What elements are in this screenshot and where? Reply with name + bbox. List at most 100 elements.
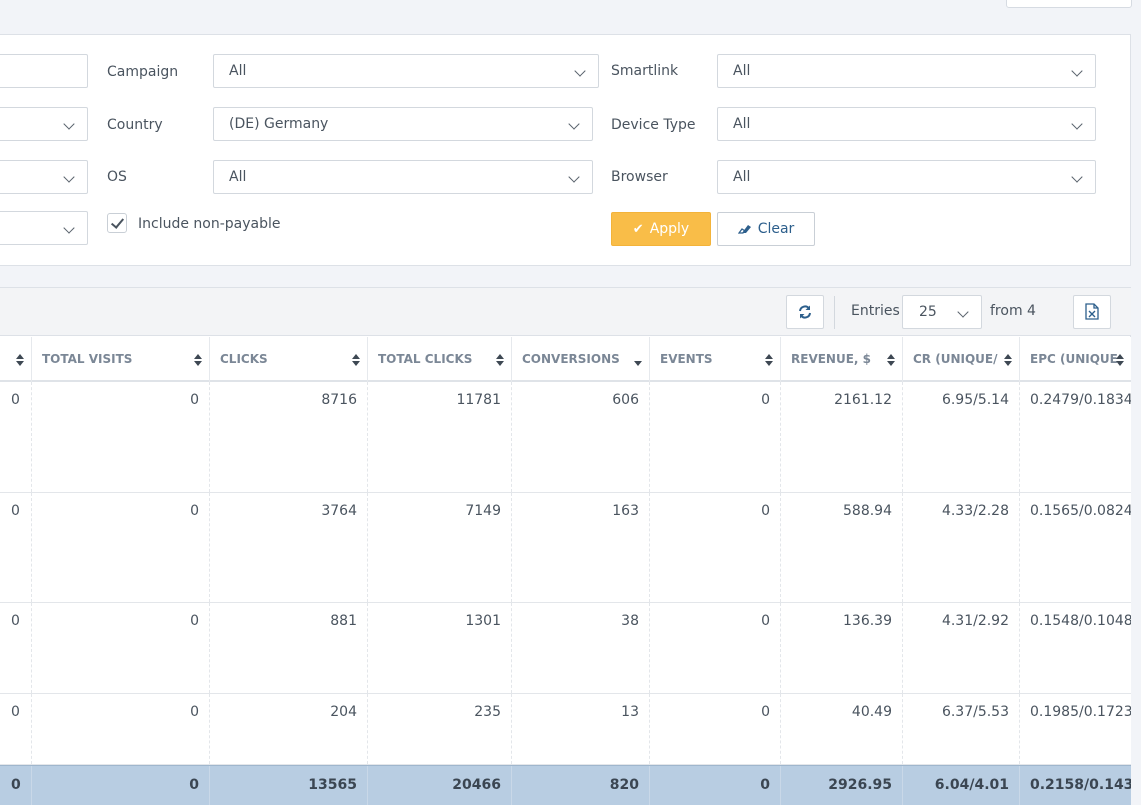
sort-icon: [352, 354, 360, 366]
entries-total-text: from 4: [990, 303, 1036, 319]
table-row[interactable]: 0 0 204 235 13 0 40.49 6.37/5.53 0.1985/…: [0, 694, 1131, 765]
campaign-label: Campaign: [107, 64, 179, 80]
chevron-down-icon: [574, 65, 586, 77]
table-cell: 0: [31, 603, 209, 693]
chevron-down-icon: [1071, 118, 1083, 130]
column-header-label: EVENTS: [660, 352, 713, 366]
column-header-total-clicks[interactable]: TOTAL CLICKS: [367, 337, 511, 382]
column-header-label: REVENUE, $: [791, 352, 871, 366]
column-header-label: CR (UNIQUE/: [913, 352, 998, 366]
table-cell: 1301: [367, 603, 511, 693]
sort-icon: [496, 354, 504, 366]
table-cell: 6.37/5.53: [902, 694, 1019, 764]
device-type-select-value: All: [733, 116, 751, 132]
campaign-select[interactable]: All: [213, 54, 599, 88]
totals-cell: 820: [511, 766, 649, 805]
table-cell: 0: [11, 613, 20, 629]
clear-button[interactable]: Clear: [717, 212, 815, 246]
filter-select-partial-2[interactable]: [0, 107, 88, 141]
check-icon: ✔: [632, 222, 644, 237]
filter-select-partial-4[interactable]: [0, 211, 88, 245]
os-select-value: All: [229, 169, 247, 185]
sort-icon: [1004, 354, 1012, 366]
table-cell: 38: [511, 603, 649, 693]
chevron-down-icon: [63, 222, 75, 234]
include-non-payable-checkbox[interactable]: [107, 213, 127, 233]
column-header-events[interactable]: EVENTS: [649, 337, 780, 382]
table-cell: 3764: [209, 493, 367, 602]
campaign-select-value: All: [229, 63, 247, 79]
column-header-label: EPC (UNIQUE: [1030, 352, 1118, 366]
smartlink-label: Smartlink: [611, 63, 679, 79]
os-select[interactable]: All: [213, 160, 593, 194]
column-header[interactable]: [0, 337, 31, 382]
table-header: TOTAL VISITS CLICKS TOTAL CLICKS CONVERS…: [0, 337, 1131, 382]
clear-button-label: Clear: [757, 221, 795, 237]
smartlink-select[interactable]: All: [717, 54, 1096, 88]
table-cell: 136.39: [780, 603, 902, 693]
table-cell: 4.33/2.28: [902, 493, 1019, 602]
column-header-revenue[interactable]: REVENUE, $: [780, 337, 902, 382]
chevron-down-icon: [568, 171, 580, 183]
sort-icon: [16, 354, 24, 366]
browser-select[interactable]: All: [717, 160, 1096, 194]
column-header-label: CLICKS: [220, 352, 268, 366]
chevron-down-icon: [1071, 171, 1083, 183]
totals-cell: 6.04/4.01: [902, 766, 1019, 805]
table-cell: 7149: [367, 493, 511, 602]
table-cell: 0.1985/0.1723: [1019, 694, 1131, 764]
table-cell: 0.1548/0.1048: [1019, 603, 1131, 693]
column-header-label: TOTAL CLICKS: [378, 352, 473, 366]
device-type-select[interactable]: All: [717, 107, 1096, 141]
chevron-down-icon: [1071, 65, 1083, 77]
sort-icon: [887, 354, 895, 366]
filter-select-partial-1[interactable]: [0, 54, 88, 88]
table-cell: 881: [209, 603, 367, 693]
sort-icon: [194, 354, 202, 366]
table-cell: 606: [511, 382, 649, 492]
smartlink-select-value: All: [733, 63, 751, 79]
refresh-button[interactable]: [786, 295, 824, 329]
sort-icon: [1116, 354, 1124, 366]
table-row[interactable]: 0 0 8716 11781 606 0 2161.12 6.95/5.14 0…: [0, 382, 1131, 493]
table-cell: 11781: [367, 382, 511, 492]
top-right-button[interactable]: [1006, 0, 1132, 8]
country-select[interactable]: (DE) Germany: [213, 107, 593, 141]
column-header-conversions[interactable]: CONVERSIONS: [511, 337, 649, 382]
table-cell: 0: [31, 382, 209, 492]
table-cell: 0: [11, 392, 20, 408]
device-type-label: Device Type: [611, 117, 696, 133]
table-row[interactable]: 0 0 881 1301 38 0 136.39 4.31/2.92 0.154…: [0, 603, 1131, 694]
sort-desc-icon: [634, 354, 642, 366]
entries-select[interactable]: 25: [902, 295, 982, 329]
table-cell: 4.31/2.92: [902, 603, 1019, 693]
chevron-down-icon: [63, 171, 75, 183]
country-label: Country: [107, 117, 163, 133]
table-cell: 40.49: [780, 694, 902, 764]
toolbar-divider: [834, 296, 835, 329]
column-header-cr[interactable]: CR (UNIQUE/: [902, 337, 1019, 382]
table-cell: 163: [511, 493, 649, 602]
table-cell: 204: [209, 694, 367, 764]
column-header-clicks[interactable]: CLICKS: [209, 337, 367, 382]
table-cell: 2161.12: [780, 382, 902, 492]
include-non-payable-label: Include non-payable: [138, 216, 281, 232]
table-cell: 13: [511, 694, 649, 764]
table-cell: 588.94: [780, 493, 902, 602]
table-cell: 0: [649, 694, 780, 764]
entries-label: Entries: [851, 303, 900, 319]
export-excel-button[interactable]: [1073, 295, 1111, 329]
table-cell: 0: [11, 503, 20, 519]
column-header-total-visits[interactable]: TOTAL VISITS: [31, 337, 209, 382]
totals-cell: 0: [11, 777, 21, 793]
refresh-icon: [797, 302, 813, 322]
country-select-value: (DE) Germany: [229, 116, 329, 132]
table-row[interactable]: 0 0 3764 7149 163 0 588.94 4.33/2.28 0.1…: [0, 493, 1131, 603]
eraser-icon: [737, 214, 752, 246]
filter-select-partial-3[interactable]: [0, 160, 88, 194]
column-header-epc[interactable]: EPC (UNIQUE: [1019, 337, 1131, 382]
entries-select-value: 25: [919, 304, 937, 320]
apply-button[interactable]: ✔ Apply: [611, 212, 711, 246]
totals-cell: 2926.95: [780, 766, 902, 805]
column-header-label: TOTAL VISITS: [42, 352, 133, 366]
